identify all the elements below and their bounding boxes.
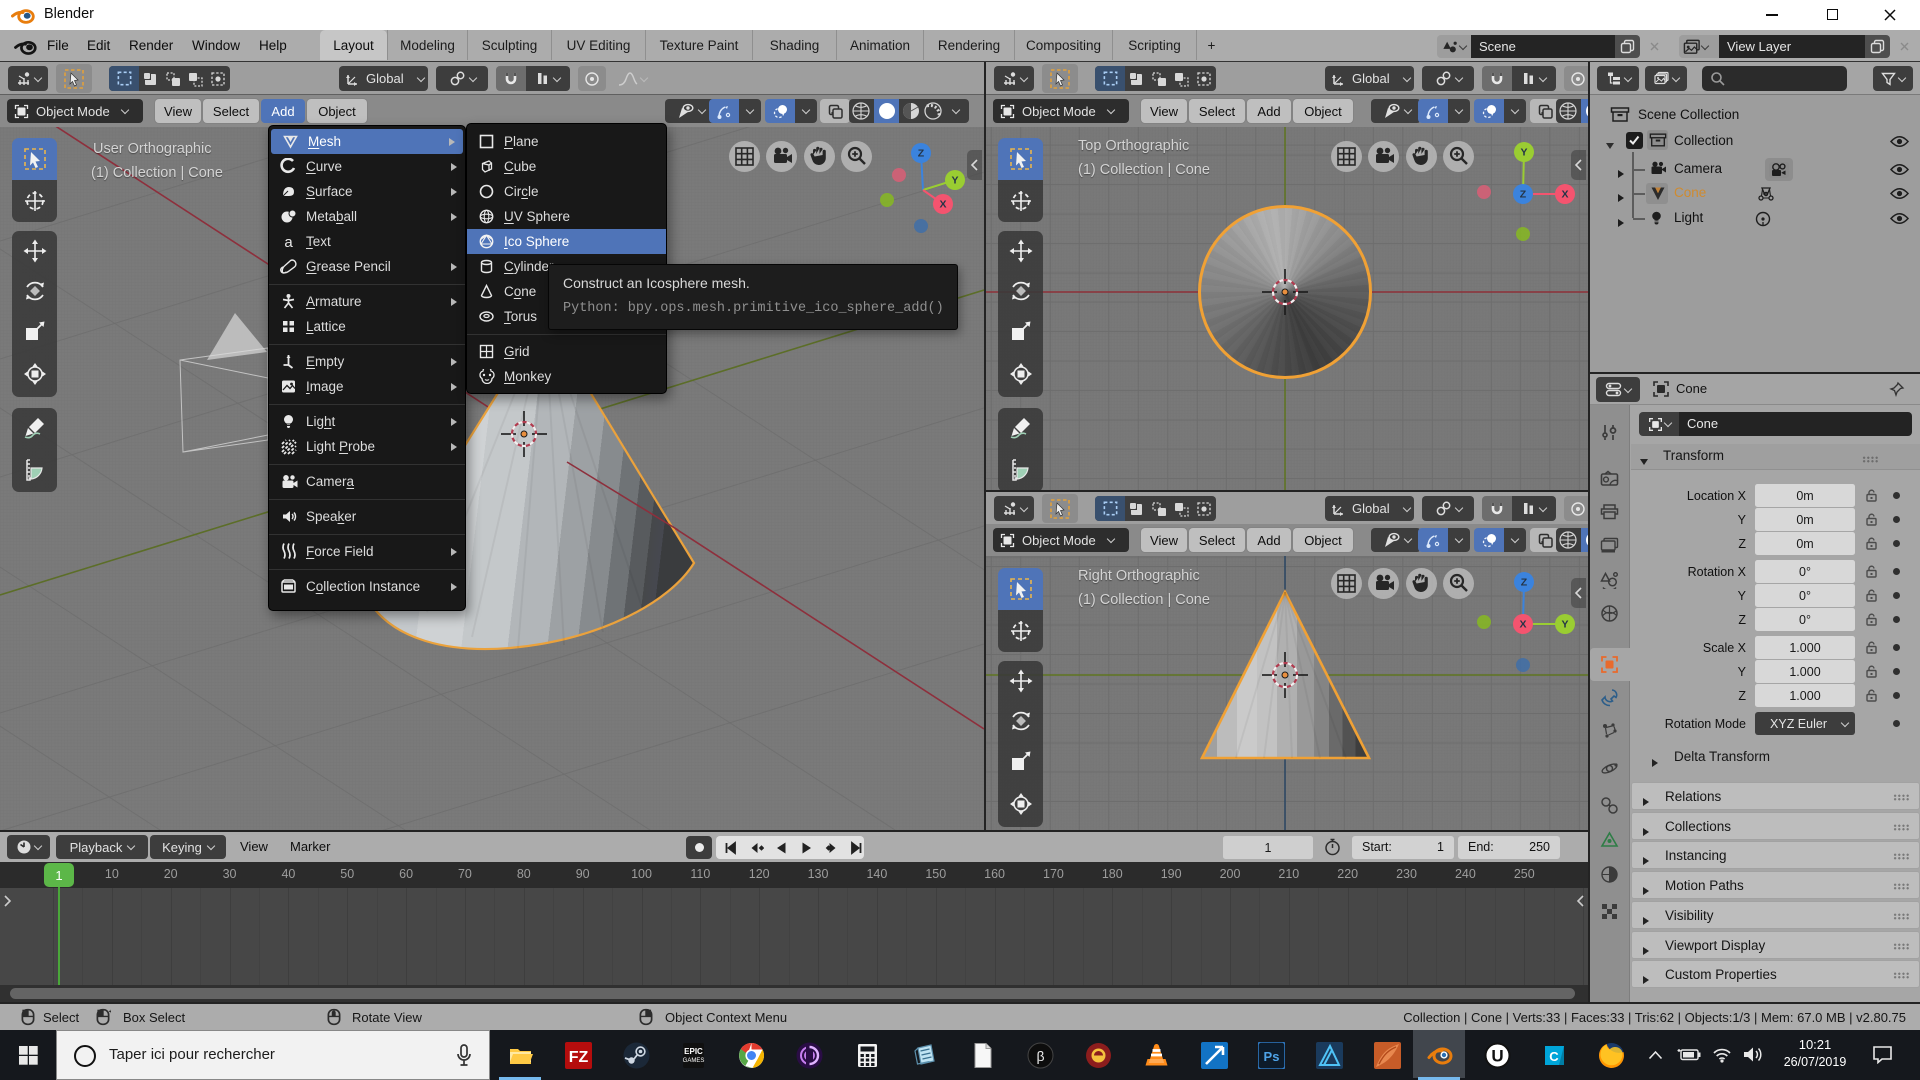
svg-text:Z: Z [918, 148, 925, 160]
svg-text:X: X [939, 199, 946, 211]
svg-text:Z: Z [1520, 189, 1527, 201]
svg-text:U: U [1491, 1047, 1503, 1066]
svg-text:Z: Z [1521, 577, 1528, 589]
svg-text:X: X [1519, 619, 1526, 631]
svg-text:Y: Y [1520, 147, 1527, 159]
svg-text:X: X [1561, 189, 1568, 201]
svg-text:Ps: Ps [1264, 1049, 1280, 1064]
svg-text:FZ: FZ [569, 1049, 589, 1066]
svg-text:Y: Y [951, 175, 958, 187]
svg-text:GAMES: GAMES [683, 1058, 705, 1064]
svg-text:Y: Y [1561, 619, 1568, 631]
svg-text:a: a [284, 234, 293, 250]
svg-text:C: C [1549, 1049, 1559, 1064]
svg-text:EPIC: EPIC [685, 1047, 704, 1056]
svg-text:β: β [1037, 1048, 1045, 1064]
